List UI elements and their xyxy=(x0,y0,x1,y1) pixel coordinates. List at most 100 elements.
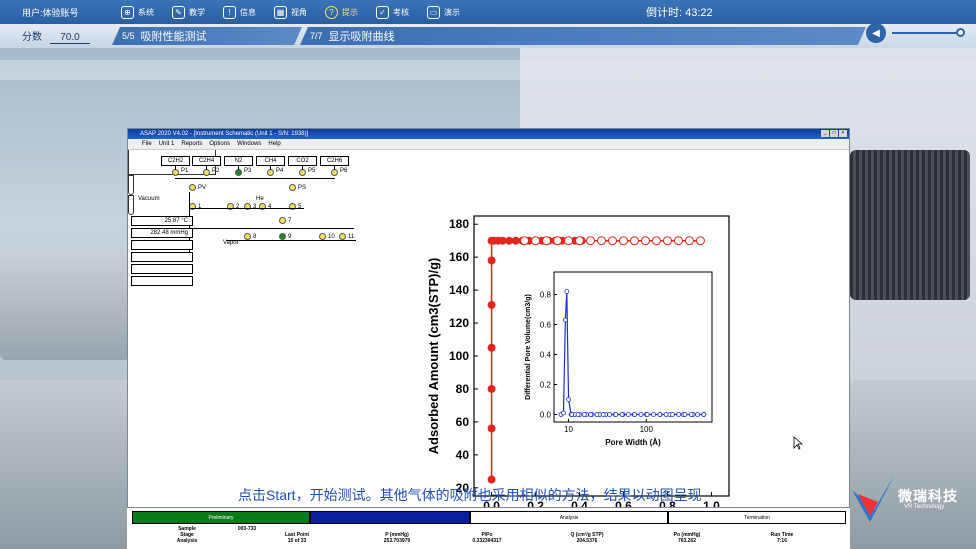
readout-box-3 xyxy=(131,252,193,262)
inset-x-tick-label: 10 xyxy=(564,425,573,434)
minimize-button[interactable]: _ xyxy=(821,130,829,137)
readout-box-4 xyxy=(131,264,193,274)
inset-frame xyxy=(553,271,713,423)
teacher-icon: ✎ xyxy=(172,5,185,19)
valve-label: 7 xyxy=(288,218,292,224)
desorption-point xyxy=(520,236,530,246)
sample-tube xyxy=(128,175,134,195)
pore-distribution-point xyxy=(632,412,638,417)
close-button[interactable]: × xyxy=(839,130,847,137)
window-menu-1[interactable]: Unit 1 xyxy=(159,139,175,149)
desorption-point xyxy=(651,236,661,246)
logo-mark-icon xyxy=(852,476,894,522)
volume-slider[interactable] xyxy=(892,32,962,34)
inset-y-tick-label: 0.4 xyxy=(540,351,552,360)
port-label: P6 xyxy=(340,168,348,174)
y-tick-label: 160 xyxy=(449,250,469,264)
pore-distribution-point xyxy=(670,412,675,417)
port-label: P4 xyxy=(276,168,284,174)
pore-distribution-point xyxy=(594,412,600,417)
pore-distribution-point xyxy=(682,412,688,417)
window-titlebar: ASAP 2020 V4.02 - [Instrument Schematic … xyxy=(128,129,849,139)
window-menu-4[interactable]: Windows xyxy=(237,139,261,149)
desorption-point xyxy=(553,236,563,246)
valve-label: 1 xyxy=(198,204,202,210)
valve-label: 5 xyxy=(298,204,302,210)
window-menu-3[interactable]: Options xyxy=(209,139,230,149)
pore-distribution-point xyxy=(581,412,587,417)
hint-icon: ? xyxy=(325,5,338,19)
gas-cylinder-4: CO2 xyxy=(288,156,317,166)
menu-item-6[interactable]: ▭ 演示 xyxy=(418,0,469,24)
pore-distribution-point xyxy=(562,317,568,323)
valve-11 xyxy=(279,233,286,240)
menu-item-label: 教学 xyxy=(189,7,205,17)
status-col-value: 15 of 33 xyxy=(287,538,307,544)
menu-item-2[interactable]: ! 信息 xyxy=(214,0,265,24)
score-label: 分数 xyxy=(22,32,42,43)
menu-item-label: 演示 xyxy=(444,7,460,17)
readout-box-0: 25.87 °C xyxy=(131,216,193,226)
port-valve-4 xyxy=(299,169,306,176)
inset-y-tick-label: 0.2 xyxy=(540,381,552,390)
menu-item-label: 视角 xyxy=(291,7,307,17)
inset-x-axis-label: Pore Width (Å) xyxy=(605,438,661,447)
desorption-point xyxy=(607,236,617,246)
pore-distribution-point xyxy=(569,412,575,417)
window-menu-5[interactable]: Help xyxy=(268,139,280,149)
phase-segment-3: Termination xyxy=(668,511,846,524)
readout-box-1: 282.48 mmHg xyxy=(131,228,193,238)
pipe xyxy=(175,166,176,170)
inset-y-tick-label: 0.8 xyxy=(540,291,552,300)
y-tick-label: 100 xyxy=(449,349,469,363)
y-tick-label: 120 xyxy=(449,316,469,330)
step-number: 5/5 xyxy=(122,31,135,41)
step-tab-2[interactable]: 7/7 显示吸附曲线 xyxy=(300,27,866,45)
menu-item-0[interactable]: ⊕ 系统 xyxy=(112,0,163,24)
inset-y-tick-label: 0.0 xyxy=(540,411,552,420)
pore-distribution-point xyxy=(688,412,694,417)
pore-distribution-point xyxy=(566,397,571,402)
valve-12 xyxy=(319,233,326,240)
menu-item-3[interactable]: ▦ 视角 xyxy=(265,0,316,24)
valve-label: He xyxy=(256,196,264,202)
desorption-point xyxy=(618,236,628,246)
step-label: 吸附性能测试 xyxy=(140,31,207,43)
user-label: 用户:体验账号 xyxy=(22,7,79,18)
pore-distribution-point xyxy=(644,412,650,417)
score-display: 分数 70.0 xyxy=(22,28,90,44)
step-tab-1[interactable]: 5/5 吸附性能测试 xyxy=(112,27,302,45)
menu-item-1[interactable]: ✎ 教学 xyxy=(163,0,214,24)
menu-item-5[interactable]: ✓ 考核 xyxy=(367,0,418,24)
pore-distribution-point xyxy=(600,412,606,417)
desorption-point xyxy=(531,236,541,246)
port-valve-0 xyxy=(172,169,179,176)
inset-y-tick-label: 0.6 xyxy=(540,321,552,330)
pore-distribution-point xyxy=(564,289,570,294)
port-label: P1 xyxy=(181,168,189,174)
gas-cylinder-3: CH4 xyxy=(256,156,285,166)
step-number: 7/7 xyxy=(310,31,323,41)
maximize-button[interactable]: □ xyxy=(830,130,838,137)
pore-distribution-point xyxy=(695,412,700,417)
pore-distribution-point xyxy=(588,412,594,417)
menu-item-4[interactable]: ? 提示 xyxy=(316,0,367,24)
step-label: 显示吸附曲线 xyxy=(328,31,395,43)
y-tick-label: 40 xyxy=(456,448,470,462)
window-menu-0[interactable]: File xyxy=(142,139,152,149)
status-col-value: 0.332394317 xyxy=(472,538,502,544)
inset-y-axis-label: Differential Pore Volume(cm3/g) xyxy=(525,294,532,400)
logo-name: 微瑞科技 xyxy=(898,488,958,504)
image-icon: ▦ xyxy=(274,5,287,19)
score-value: 70.0 xyxy=(50,32,90,44)
gas-cylinder-1: C2H4 xyxy=(192,156,221,166)
volume-icon[interactable]: ◀ xyxy=(866,23,886,43)
reference-tube xyxy=(128,195,134,215)
top-toolbar: 用户:体验账号 ⊕ 系统 ✎ 教学! 信息 ▦ 视角? 提示 ✓ 考核 ▭ 演示 倒计时: 43:22 xyxy=(0,0,976,24)
window-menu-2[interactable]: Reports xyxy=(181,139,202,149)
volume-slider-knob[interactable] xyxy=(956,28,965,37)
company-logo: 微瑞科技 VR Technology xyxy=(848,470,976,530)
pore-distribution-point xyxy=(613,412,619,417)
valve-10 xyxy=(244,233,251,240)
pore-distribution-point xyxy=(561,410,566,416)
